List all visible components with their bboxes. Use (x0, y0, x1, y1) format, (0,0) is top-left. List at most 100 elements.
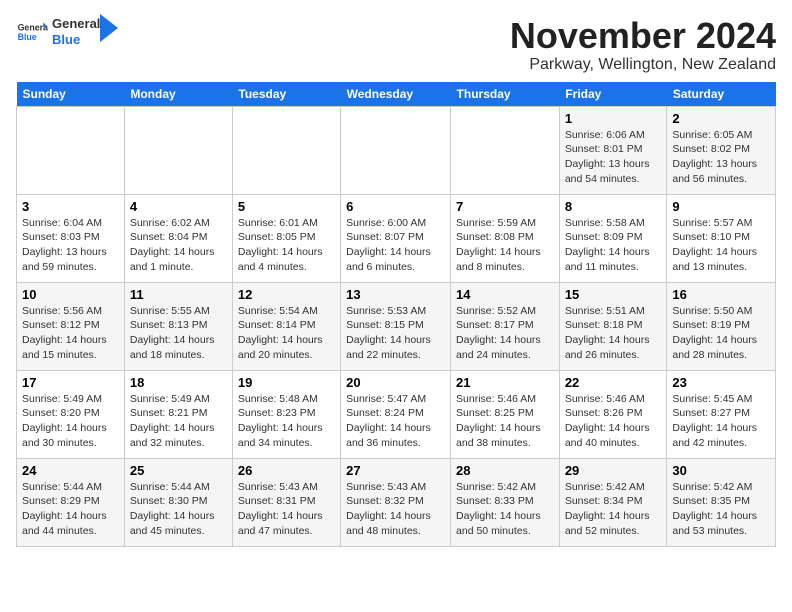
day-number: 19 (238, 375, 335, 390)
header-cell-thursday: Thursday (451, 82, 560, 107)
header-cell-sunday: Sunday (17, 82, 125, 107)
day-number: 25 (130, 463, 227, 478)
day-number: 4 (130, 199, 227, 214)
calendar-cell: 28 Sunrise: 5:42 AMSunset: 8:33 PMDayligh… (451, 458, 560, 546)
calendar-cell: 2 Sunrise: 6:05 AMSunset: 8:02 PMDaylight… (667, 106, 776, 194)
calendar-cell: 9Sunrise: 5:57 AMSunset: 8:10 PMDaylight… (667, 194, 776, 282)
header-cell-monday: Monday (124, 82, 232, 107)
calendar-table: SundayMondayTuesdayWednesdayThursdayFrid… (16, 82, 776, 547)
day-info: Sunrise: 5:51 AMSunset: 8:18 PMDaylight:… (565, 304, 662, 363)
day-number: 14 (456, 287, 554, 302)
calendar-cell: 7Sunrise: 5:59 AMSunset: 8:08 PMDaylight… (451, 194, 560, 282)
day-number: 5 (238, 199, 335, 214)
day-info: Sunrise: 6:06 AMSunset: 8:01 PMDaylight:… (565, 128, 662, 187)
day-info: Sunrise: 6:02 AMSunset: 8:04 PMDaylight:… (130, 216, 227, 275)
day-info: Sunrise: 5:42 AMSunset: 8:33 PMDaylight:… (456, 480, 554, 539)
calendar-cell: 19 Sunrise: 5:48 AMSunset: 8:23 PMDayligh… (232, 370, 340, 458)
day-info: Sunrise: 5:58 AMSunset: 8:09 PMDaylight:… (565, 216, 662, 275)
calendar-cell: 6 Sunrise: 6:00 AMSunset: 8:07 PMDaylight… (341, 194, 451, 282)
calendar-week-5: 24 Sunrise: 5:44 AMSunset: 8:29 PMDayligh… (17, 458, 776, 546)
calendar-cell: 16Sunrise: 5:50 AMSunset: 8:19 PMDayligh… (667, 282, 776, 370)
calendar-cell: 4 Sunrise: 6:02 AMSunset: 8:04 PMDaylight… (124, 194, 232, 282)
calendar-cell: 22Sunrise: 5:46 AMSunset: 8:26 PMDayligh… (559, 370, 667, 458)
day-info: Sunrise: 5:53 AMSunset: 8:15 PMDaylight:… (346, 304, 445, 363)
day-number: 18 (130, 375, 227, 390)
calendar-cell: 30Sunrise: 5:42 AMSunset: 8:35 PMDayligh… (667, 458, 776, 546)
logo-general-text: General (52, 16, 100, 32)
calendar-cell: 27Sunrise: 5:43 AMSunset: 8:32 PMDayligh… (341, 458, 451, 546)
day-number: 26 (238, 463, 335, 478)
day-number: 11 (130, 287, 227, 302)
title-block: November 2024 Parkway, Wellington, New Z… (510, 16, 776, 74)
page-header: General Blue General Blue November 2024 … (16, 16, 776, 74)
month-year-title: November 2024 (510, 16, 776, 56)
calendar-cell: 13 Sunrise: 5:53 AMSunset: 8:15 PMDayligh… (341, 282, 451, 370)
calendar-body: 1 Sunrise: 6:06 AMSunset: 8:01 PMDaylight… (17, 106, 776, 546)
calendar-cell: 14 Sunrise: 5:52 AMSunset: 8:17 PMDayligh… (451, 282, 560, 370)
header-cell-wednesday: Wednesday (341, 82, 451, 107)
day-number: 21 (456, 375, 554, 390)
calendar-cell: 15 Sunrise: 5:51 AMSunset: 8:18 PMDayligh… (559, 282, 667, 370)
calendar-cell: 12 Sunrise: 5:54 AMSunset: 8:14 PMDayligh… (232, 282, 340, 370)
day-info: Sunrise: 5:54 AMSunset: 8:14 PMDaylight:… (238, 304, 335, 363)
calendar-cell (124, 106, 232, 194)
calendar-cell: 23 Sunrise: 5:45 AMSunset: 8:27 PMDayligh… (667, 370, 776, 458)
day-info: Sunrise: 5:49 AMSunset: 8:20 PMDaylight:… (22, 392, 119, 451)
logo-icon: General Blue (16, 16, 48, 48)
day-number: 28 (456, 463, 554, 478)
calendar-header: SundayMondayTuesdayWednesdayThursdayFrid… (17, 82, 776, 107)
calendar-cell (17, 106, 125, 194)
day-info: Sunrise: 5:56 AMSunset: 8:12 PMDaylight:… (22, 304, 119, 363)
day-info: Sunrise: 5:42 AMSunset: 8:35 PMDaylight:… (672, 480, 770, 539)
calendar-cell: 17Sunrise: 5:49 AMSunset: 8:20 PMDayligh… (17, 370, 125, 458)
calendar-cell: 21 Sunrise: 5:46 AMSunset: 8:25 PMDayligh… (451, 370, 560, 458)
day-number: 27 (346, 463, 445, 478)
header-cell-tuesday: Tuesday (232, 82, 340, 107)
calendar-cell: 8 Sunrise: 5:58 AMSunset: 8:09 PMDaylight… (559, 194, 667, 282)
calendar-cell: 26 Sunrise: 5:43 AMSunset: 8:31 PMDayligh… (232, 458, 340, 546)
calendar-cell (341, 106, 451, 194)
day-number: 8 (565, 199, 662, 214)
day-info: Sunrise: 5:43 AMSunset: 8:31 PMDaylight:… (238, 480, 335, 539)
day-info: Sunrise: 5:42 AMSunset: 8:34 PMDaylight:… (565, 480, 662, 539)
day-info: Sunrise: 5:46 AMSunset: 8:26 PMDaylight:… (565, 392, 662, 451)
calendar-week-1: 1 Sunrise: 6:06 AMSunset: 8:01 PMDaylight… (17, 106, 776, 194)
day-info: Sunrise: 5:49 AMSunset: 8:21 PMDaylight:… (130, 392, 227, 451)
day-number: 23 (672, 375, 770, 390)
header-cell-saturday: Saturday (667, 82, 776, 107)
day-info: Sunrise: 6:00 AMSunset: 8:07 PMDaylight:… (346, 216, 445, 275)
day-number: 6 (346, 199, 445, 214)
day-number: 10 (22, 287, 119, 302)
day-info: Sunrise: 5:48 AMSunset: 8:23 PMDaylight:… (238, 392, 335, 451)
day-info: Sunrise: 5:52 AMSunset: 8:17 PMDaylight:… (456, 304, 554, 363)
day-number: 2 (672, 111, 770, 126)
calendar-cell: 18 Sunrise: 5:49 AMSunset: 8:21 PMDayligh… (124, 370, 232, 458)
calendar-week-2: 3Sunrise: 6:04 AMSunset: 8:03 PMDaylight… (17, 194, 776, 282)
day-number: 13 (346, 287, 445, 302)
calendar-cell: 20Sunrise: 5:47 AMSunset: 8:24 PMDayligh… (341, 370, 451, 458)
calendar-cell: 24 Sunrise: 5:44 AMSunset: 8:29 PMDayligh… (17, 458, 125, 546)
day-number: 29 (565, 463, 662, 478)
day-info: Sunrise: 6:05 AMSunset: 8:02 PMDaylight:… (672, 128, 770, 187)
day-info: Sunrise: 5:44 AMSunset: 8:29 PMDaylight:… (22, 480, 119, 539)
calendar-week-4: 17Sunrise: 5:49 AMSunset: 8:20 PMDayligh… (17, 370, 776, 458)
logo: General Blue General Blue (16, 16, 118, 48)
day-number: 1 (565, 111, 662, 126)
day-number: 3 (22, 199, 119, 214)
logo-blue-text: Blue (52, 32, 100, 48)
calendar-cell: 3Sunrise: 6:04 AMSunset: 8:03 PMDaylight… (17, 194, 125, 282)
day-info: Sunrise: 6:01 AMSunset: 8:05 PMDaylight:… (238, 216, 335, 275)
location-subtitle: Parkway, Wellington, New Zealand (510, 56, 776, 74)
day-info: Sunrise: 5:50 AMSunset: 8:19 PMDaylight:… (672, 304, 770, 363)
day-number: 9 (672, 199, 770, 214)
calendar-cell (232, 106, 340, 194)
day-number: 12 (238, 287, 335, 302)
day-number: 24 (22, 463, 119, 478)
day-number: 15 (565, 287, 662, 302)
day-info: Sunrise: 5:46 AMSunset: 8:25 PMDaylight:… (456, 392, 554, 451)
day-info: Sunrise: 5:45 AMSunset: 8:27 PMDaylight:… (672, 392, 770, 451)
calendar-cell: 10 Sunrise: 5:56 AMSunset: 8:12 PMDayligh… (17, 282, 125, 370)
logo-arrow-icon (100, 14, 118, 42)
day-info: Sunrise: 5:44 AMSunset: 8:30 PMDaylight:… (130, 480, 227, 539)
header-row: SundayMondayTuesdayWednesdayThursdayFrid… (17, 82, 776, 107)
